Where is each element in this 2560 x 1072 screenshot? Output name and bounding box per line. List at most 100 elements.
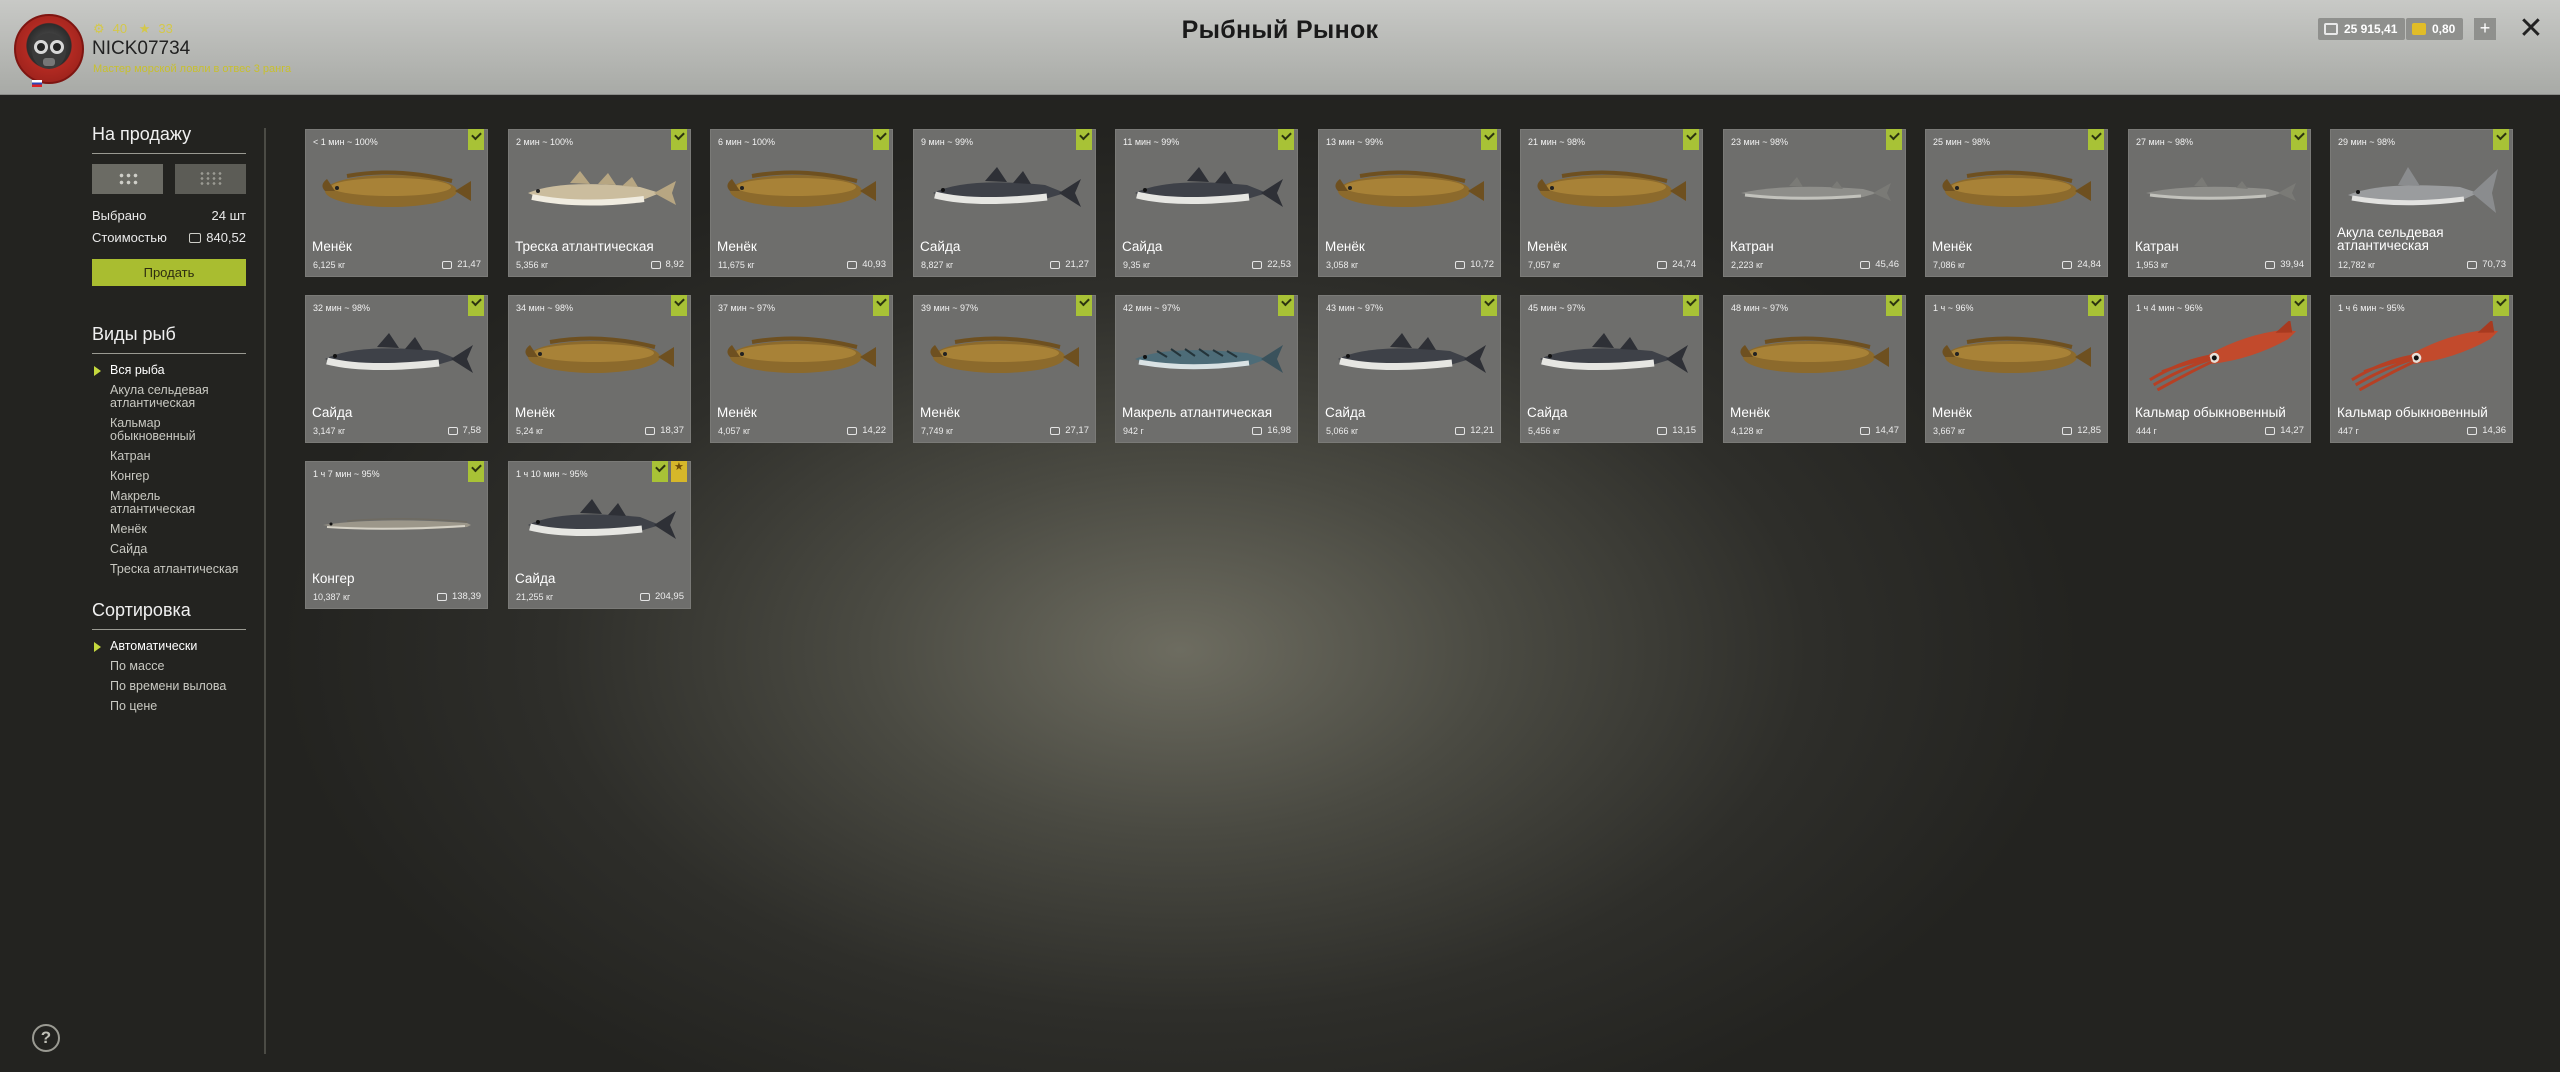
checkmark-icon[interactable] (1076, 295, 1092, 316)
coin-icon (847, 426, 858, 435)
fish-card[interactable]: 48 мин ~ 97% Менёк 4,128 кг 14,47 (1723, 295, 1906, 443)
species-heading: Виды рыб (92, 324, 176, 344)
large-grid-view-button[interactable] (92, 164, 163, 194)
fish-name: Сайда (1527, 405, 1568, 420)
fish-card[interactable]: < 1 мин ~ 100% Менёк 6,125 кг 21,47 (305, 129, 488, 277)
checkmark-icon[interactable] (1481, 129, 1497, 150)
fish-weight: 7,749 кг (921, 426, 954, 436)
fish-card[interactable]: 27 мин ~ 98% Катран 1,953 кг 39,94 (2128, 129, 2311, 277)
filter-item[interactable]: Сайда (92, 543, 246, 556)
filter-item[interactable]: Акула сельдевая атлантическая (92, 384, 246, 410)
fish-card[interactable]: 13 мин ~ 99% Менёк 3,058 кг 10,72 (1318, 129, 1501, 277)
coin-icon (1050, 260, 1061, 269)
fish-name: Менёк (1730, 405, 1770, 420)
checkmark-icon[interactable] (1886, 129, 1902, 150)
fish-weight: 444 г (2136, 426, 2157, 436)
fish-image (1735, 321, 1895, 391)
fish-card[interactable]: 1 ч 4 мин ~ 96% Кальмар обыкновенный 444 г… (2128, 295, 2311, 443)
fish-price: 7,58 (447, 425, 481, 436)
filter-item[interactable]: Макрель атлантическая (92, 490, 246, 516)
fish-card[interactable]: 2 мин ~ 100% Треска атлантическая 5,356 кг… (508, 129, 691, 277)
filter-item[interactable]: Треска атлантическая (92, 563, 246, 576)
fish-card[interactable]: 1 ч 6 мин ~ 95% Кальмар обыкновенный 447 г… (2330, 295, 2513, 443)
add-gold-button[interactable]: + (2474, 18, 2496, 40)
fish-card[interactable]: 23 мин ~ 98% Катран 2,223 кг 45,46 (1723, 129, 1906, 277)
fish-image (722, 321, 882, 391)
small-grid-view-button[interactable] (175, 164, 246, 194)
fish-weight: 447 г (2338, 426, 2359, 436)
fish-name: Кальмар обыкновенный (2135, 405, 2286, 420)
close-button[interactable]: ✕ (2516, 14, 2546, 44)
fish-card[interactable]: 9 мин ~ 99% Сайда 8,827 кг 21,27 (913, 129, 1096, 277)
checkmark-icon[interactable] (1886, 295, 1902, 316)
fish-weight: 5,456 кг (1528, 426, 1561, 436)
checkmark-icon[interactable] (1278, 295, 1294, 316)
fish-weight: 7,086 кг (1933, 260, 1966, 270)
checkmark-icon[interactable] (873, 129, 889, 150)
checkmark-icon[interactable] (468, 129, 484, 150)
checkmark-icon[interactable] (873, 295, 889, 316)
fish-name: Катран (2135, 239, 2179, 254)
filter-item[interactable]: Вся рыба (92, 364, 246, 377)
filter-item[interactable]: Катран (92, 450, 246, 463)
checkmark-icon[interactable] (1278, 129, 1294, 150)
fish-card[interactable]: 1 ч 7 мин ~ 95% Конгер 10,387 кг 138,39 (305, 461, 488, 609)
fish-price: 21,27 (1050, 259, 1089, 270)
fish-image (317, 321, 477, 391)
checkmark-icon[interactable] (2291, 129, 2307, 150)
checkmark-icon[interactable] (468, 295, 484, 316)
filter-item[interactable]: Кальмар обыкновенный (92, 417, 246, 443)
catch-time: 21 мин ~ 98% (1528, 137, 1585, 147)
checkmark-icon[interactable] (1683, 295, 1699, 316)
checkmark-icon[interactable] (2088, 129, 2104, 150)
fish-card[interactable]: 37 мин ~ 97% Менёк 4,057 кг 14,22 (710, 295, 893, 443)
fish-image (520, 321, 680, 391)
fish-price: 16,98 (1252, 425, 1291, 436)
fish-price: 24,84 (2062, 259, 2101, 270)
checkmark-icon[interactable] (671, 129, 687, 150)
checkmark-icon[interactable] (671, 295, 687, 316)
fish-card[interactable]: 1 ч 10 мин ~ 95% Сайда 21,255 кг 204,95 (508, 461, 691, 609)
checkmark-icon[interactable] (1683, 129, 1699, 150)
fish-card[interactable]: 45 мин ~ 97% Сайда 5,456 кг 13,15 (1520, 295, 1703, 443)
fish-price: 45,46 (1860, 259, 1899, 270)
fish-card[interactable]: 21 мин ~ 98% Менёк 7,057 кг 24,74 (1520, 129, 1703, 277)
fish-card[interactable]: 42 мин ~ 97% Макрель атлантическая 942 г 16… (1115, 295, 1298, 443)
small-grid-icon (199, 171, 223, 187)
fish-image (925, 321, 1085, 391)
filter-item[interactable]: Конгер (92, 470, 246, 483)
checkmark-icon[interactable] (652, 461, 668, 482)
sort-item[interactable]: Автоматически (92, 640, 246, 653)
checkmark-icon[interactable] (1076, 129, 1092, 150)
fish-card[interactable]: 39 мин ~ 97% Менёк 7,749 кг 27,17 (913, 295, 1096, 443)
fish-price: 21,47 (442, 259, 481, 270)
fish-card[interactable]: 32 мин ~ 98% Сайда 3,147 кг 7,58 (305, 295, 488, 443)
checkmark-icon[interactable] (2291, 295, 2307, 316)
checkmark-icon[interactable] (2493, 295, 2509, 316)
fish-price: 14,36 (2467, 425, 2506, 436)
sell-button[interactable]: Продать (92, 259, 246, 286)
fish-price: 39,94 (2265, 259, 2304, 270)
fish-card[interactable]: 34 мин ~ 98% Менёк 5,24 кг 18,37 (508, 295, 691, 443)
fish-price: 14,22 (847, 425, 886, 436)
sort-item[interactable]: По массе (92, 660, 246, 673)
checkmark-icon[interactable] (1481, 295, 1497, 316)
fish-weight: 4,057 кг (718, 426, 751, 436)
fish-card[interactable]: 1 ч ~ 96% Менёк 3,667 кг 12,85 (1925, 295, 2108, 443)
fish-card[interactable]: 29 мин ~ 98% Акула сельдевая атлантическа… (2330, 129, 2513, 277)
sort-item[interactable]: По времени вылова (92, 680, 246, 693)
checkmark-icon[interactable] (468, 461, 484, 482)
divider (92, 629, 246, 630)
fish-image (520, 155, 680, 225)
fish-card[interactable]: 43 мин ~ 97% Сайда 5,066 кг 12,21 (1318, 295, 1501, 443)
checkmark-icon[interactable] (2088, 295, 2104, 316)
fish-weight: 21,255 кг (516, 592, 554, 602)
checkmark-icon[interactable] (2493, 129, 2509, 150)
fish-card[interactable]: 6 мин ~ 100% Менёк 11,675 кг 40,93 (710, 129, 893, 277)
fish-card[interactable]: 25 мин ~ 98% Менёк 7,086 кг 24,84 (1925, 129, 2108, 277)
sort-item[interactable]: По цене (92, 700, 246, 713)
fish-weight: 11,675 кг (718, 260, 755, 270)
fish-card[interactable]: 11 мин ~ 99% Сайда 9,35 кг 22,53 (1115, 129, 1298, 277)
filter-item[interactable]: Менёк (92, 523, 246, 536)
help-button[interactable]: ? (32, 1024, 60, 1052)
